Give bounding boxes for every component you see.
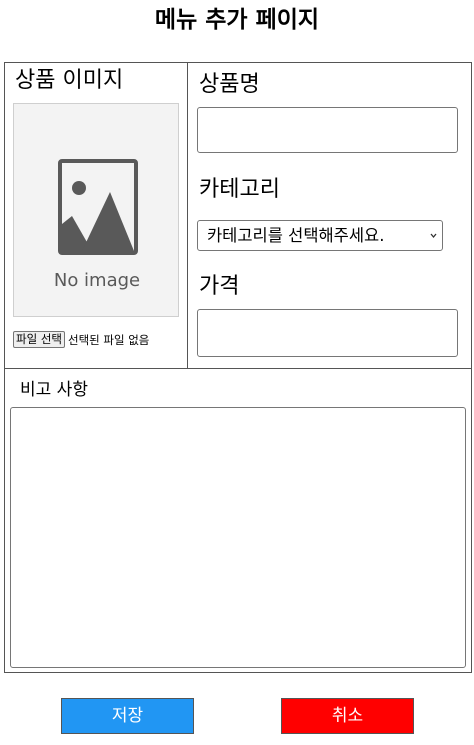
fields-cell: 상품명 카테고리 카테고리를 선택해주세요. 가격	[188, 63, 471, 368]
product-name-input[interactable]	[197, 107, 458, 153]
category-select[interactable]: 카테고리를 선택해주세요.	[197, 220, 443, 251]
chevron-down-icon	[430, 233, 437, 239]
price-label: 가격	[199, 274, 240, 299]
notes-textarea[interactable]	[10, 407, 466, 668]
page-title: 메뉴 추가 페이지	[154, 7, 320, 33]
category-selected-text: 카테고리를 선택해주세요.	[207, 226, 385, 245]
product-image-preview: No image	[13, 103, 179, 317]
save-button[interactable]: 저장	[61, 698, 194, 734]
price-input[interactable]	[197, 309, 458, 357]
category-label: 카테고리	[199, 177, 280, 202]
file-input: 파일 선택 선택된 파일 없음	[13, 331, 149, 349]
file-select-button[interactable]: 파일 선택	[13, 331, 65, 348]
file-status-text: 선택된 파일 없음	[67, 333, 150, 347]
notes-cell: 비고 사항	[5, 368, 471, 672]
image-cell: 상품 이미지 No image 파일 선택 선택된 파일 없음	[5, 63, 188, 368]
menu-form: 상품 이미지 No image 파일 선택 선택된 파일 없음 상품명 카테고리 …	[4, 62, 472, 673]
notes-label: 비고 사항	[20, 380, 88, 400]
cancel-button[interactable]: 취소	[281, 698, 414, 734]
name-label: 상품명	[199, 72, 260, 97]
no-image-text: No image	[54, 270, 140, 291]
image-placeholder-icon: No image	[54, 159, 140, 291]
image-label: 상품 이미지	[15, 68, 124, 93]
